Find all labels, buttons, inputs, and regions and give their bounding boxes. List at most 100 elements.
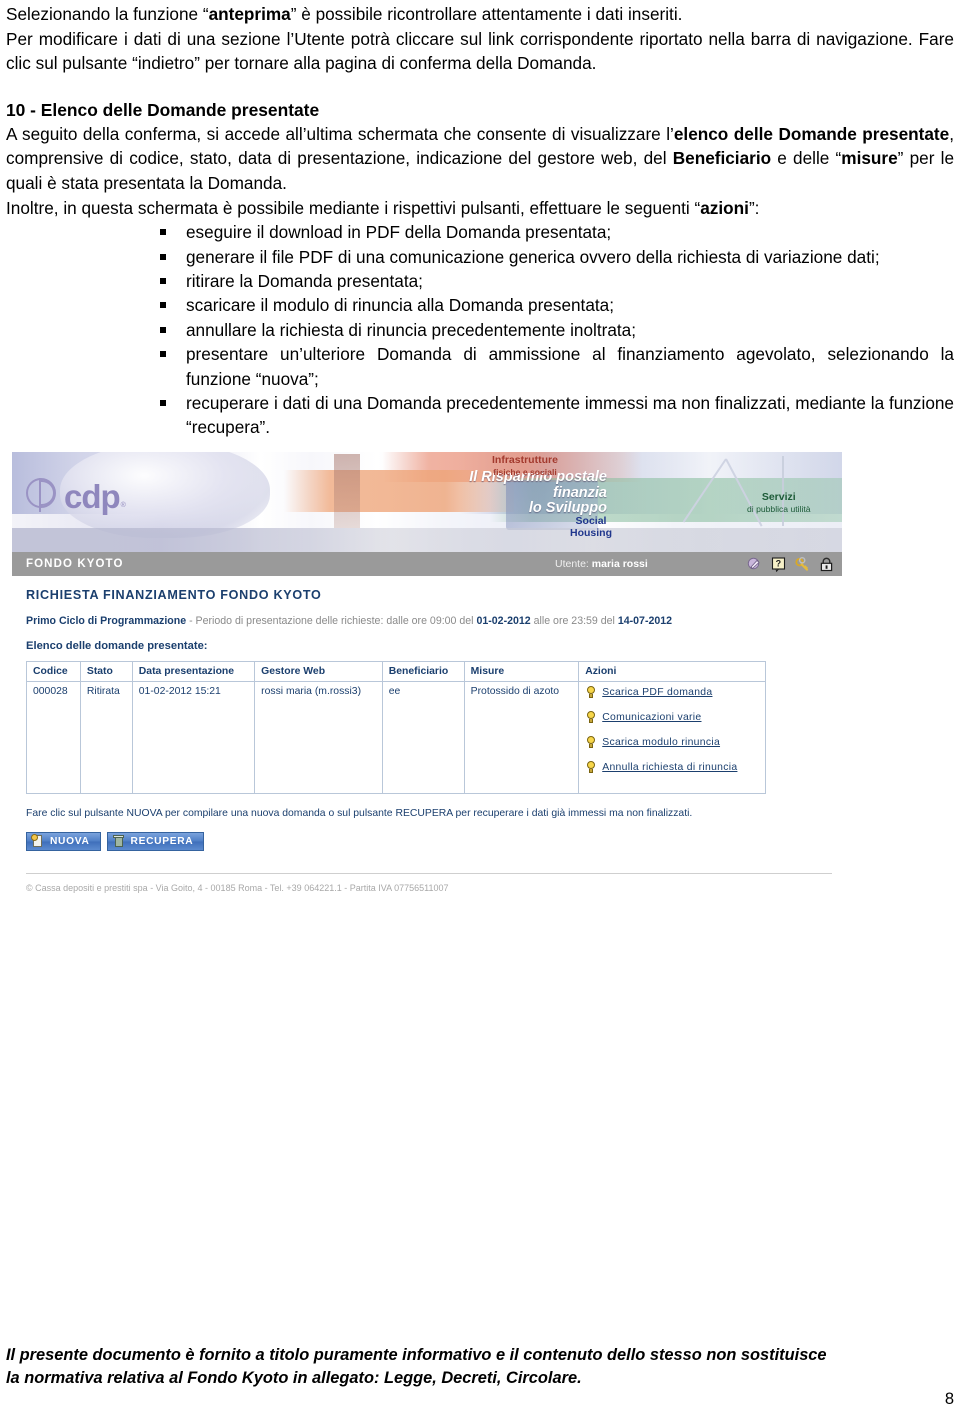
action-bullet-text: generare il file PDF di una comunicazion… xyxy=(186,246,880,267)
svg-text:?: ? xyxy=(776,558,782,568)
table-row: 000028 Ritirata 01-02-2012 15:21 rossi mari… xyxy=(26,681,766,794)
section-heading: 10 - Elenco delle Domande presentate xyxy=(6,99,320,120)
action-bullet-item: recuperare i dati di una Domanda precede… xyxy=(150,391,954,440)
tagline-social-line2: Housing xyxy=(570,526,612,539)
period-start-date: 01-02-2012 xyxy=(476,615,531,627)
action-link-item[interactable]: Scarica PDF domanda xyxy=(585,686,759,699)
paragraph-section-1: A seguito della conferma, si accede all’… xyxy=(6,122,954,196)
action-link[interactable]: Scarica PDF domanda xyxy=(602,687,712,698)
paragraph-intro-1: Selezionando la funzione “anteprima” è p… xyxy=(6,2,954,27)
user-name: maria rossi xyxy=(591,558,648,570)
document-page: Selezionando la funzione “anteprima” è p… xyxy=(0,0,960,1418)
table-header-cell: Beneficiario xyxy=(381,661,465,682)
footer-divider xyxy=(26,873,832,874)
paragraph-section-2: Inoltre, in questa schermata è possibile… xyxy=(6,196,954,221)
user-prefix: Utente: xyxy=(555,558,592,570)
table-header-row: Codice Stato Data presentazione Gestore Web… xyxy=(26,661,766,682)
registered-mark-icon: ® xyxy=(120,502,126,509)
recupera-button[interactable]: RECUPERA xyxy=(106,832,205,851)
lightbulb-icon xyxy=(585,761,596,774)
action-bullet-text: recuperare i dati di una Domanda precede… xyxy=(186,393,954,438)
tagline-infrastrutture: Infrastrutture fisiche e sociali xyxy=(492,454,558,478)
table-header-cell: Gestore Web xyxy=(254,661,383,682)
body-text: Inoltre, in questa schermata è possibile… xyxy=(6,197,701,218)
bullet-square-icon xyxy=(160,253,166,260)
domande-table: Codice Stato Data presentazione Gestore Web… xyxy=(26,661,766,794)
action-link-list: Scarica PDF domanda Comunicazioni varie Sc… xyxy=(585,686,759,774)
body-text: Per modificare i dati di una sezione l’U… xyxy=(6,28,954,74)
nuova-button[interactable]: NUOVA xyxy=(26,832,101,851)
lightbulb-icon xyxy=(585,686,596,699)
recupera-button-label: RECUPERA xyxy=(130,836,194,847)
user-bar-icons: ? xyxy=(747,556,834,572)
recycle-bin-icon xyxy=(113,835,125,848)
table-header-cell: Misure xyxy=(463,661,580,682)
lock-exit-icon[interactable] xyxy=(819,557,834,572)
action-link-item[interactable]: Annulla richiesta di rinuncia xyxy=(585,761,759,774)
action-bullet-text: eseguire il download in PDF della Domand… xyxy=(186,222,612,243)
new-document-icon xyxy=(31,834,44,848)
action-link-item[interactable]: Scarica modulo rinuncia xyxy=(585,736,759,749)
app-period-subtitle: Primo Ciclo di Programmazione - Periodo … xyxy=(26,615,842,627)
keys-icon[interactable] xyxy=(795,556,810,572)
table-caption: Elenco delle domande presentate: xyxy=(26,640,208,652)
action-bullet-item: scaricare il modulo di rinuncia alla Dom… xyxy=(150,293,954,317)
bullet-square-icon xyxy=(160,277,166,284)
site-banner: cdp ® Il Risparmio postale finanzia lo S… xyxy=(12,452,842,552)
lightbulb-icon xyxy=(585,711,596,724)
action-link-item[interactable]: Comunicazioni varie xyxy=(585,711,759,724)
body-text: ”: xyxy=(748,197,760,218)
action-bullet-item: annullare la richiesta di rinuncia prece… xyxy=(150,318,954,342)
table-cell-gestore: rossi maria (m.rossi3) xyxy=(254,681,383,794)
document-footer: Il presente documento è fornito a titolo… xyxy=(6,1344,954,1390)
help-question-icon[interactable]: ? xyxy=(771,556,786,572)
action-link[interactable]: Scarica modulo rinuncia xyxy=(602,737,720,748)
bullet-square-icon xyxy=(160,351,166,358)
logged-user-label: Utente: maria rossi xyxy=(555,558,648,570)
table-cell-stato: Ritirata xyxy=(79,681,133,794)
table-cell-codice: 000028 xyxy=(26,681,81,794)
table-cell-data: 01-02-2012 15:21 xyxy=(131,681,256,794)
paragraph-intro-2: Per modificare i dati di una sezione l’U… xyxy=(6,27,954,76)
period-end-date: 14-07-2012 xyxy=(617,615,673,627)
table-header-cell: Stato xyxy=(79,661,133,682)
edit-pen-icon[interactable] xyxy=(747,557,762,572)
action-link[interactable]: Annulla richiesta di rinuncia xyxy=(602,762,737,773)
tagline-servizi-line1: Servizi xyxy=(761,491,796,503)
cdp-monogram-icon xyxy=(26,476,62,512)
action-bullet-item: eseguire il download in PDF della Domand… xyxy=(150,220,954,244)
table-cell-beneficiario: ee xyxy=(381,681,465,794)
body-text: A seguito della conferma, si accede all’… xyxy=(6,123,674,144)
user-bar: FONDO KYOTO Utente: maria rossi ? xyxy=(12,552,842,576)
emphasis-text: anteprima xyxy=(208,4,291,24)
section-label: FONDO KYOTO xyxy=(26,558,124,570)
action-bullet-text: scaricare il modulo di rinuncia alla Dom… xyxy=(186,295,615,316)
actions-bullet-list: eseguire il download in PDF della Domand… xyxy=(6,220,954,440)
table-header-cell: Codice xyxy=(26,661,81,682)
action-bullet-item: ritirare la Domanda presentata; xyxy=(150,269,954,293)
period-text-1: - Periodo di presentazione delle richies… xyxy=(186,615,477,627)
body-text: Selezionando la funzione “ xyxy=(6,4,209,24)
tagline-social-housing: Social Housing xyxy=(570,515,612,539)
footer-line-2: la normativa relativa al Fondo Kyoto in … xyxy=(6,1369,582,1387)
emphasis-text: azioni xyxy=(700,197,749,218)
slogan-line-2: finanzia xyxy=(553,484,607,501)
cdp-logo[interactable]: cdp ® xyxy=(26,476,126,513)
action-link[interactable]: Comunicazioni varie xyxy=(602,712,701,723)
lightbulb-icon xyxy=(585,736,596,749)
bullet-square-icon xyxy=(160,400,166,406)
action-bullet-item: generare il file PDF di una comunicazion… xyxy=(150,245,954,269)
action-bullet-text: annullare la richiesta di rinuncia prece… xyxy=(186,319,637,340)
app-footer-text: © Cassa depositi e prestiti spa - Via Go… xyxy=(26,883,449,893)
table-cell-azioni: Scarica PDF domanda Comunicazioni varie Sc… xyxy=(578,681,766,794)
app-page-title: RICHIESTA FINANZIAMENTO FONDO KYOTO xyxy=(26,588,322,602)
page-number: 8 xyxy=(944,1390,954,1408)
emphasis-text: Beneficiario xyxy=(672,148,772,169)
bullet-square-icon xyxy=(160,326,166,333)
body-text: ” è possibile ricontrollare attentamente… xyxy=(290,4,683,24)
tagline-servizi: Servizi di pubblica utilità xyxy=(747,491,811,515)
tagline-social-line1: Social xyxy=(575,515,607,527)
action-bullet-text: ritirare la Domanda presentata; xyxy=(186,270,423,291)
app-content: RICHIESTA FINANZIAMENTO FONDO KYOTO Prim… xyxy=(12,576,842,909)
tagline-servizi-line2: di pubblica utilità xyxy=(747,503,811,514)
